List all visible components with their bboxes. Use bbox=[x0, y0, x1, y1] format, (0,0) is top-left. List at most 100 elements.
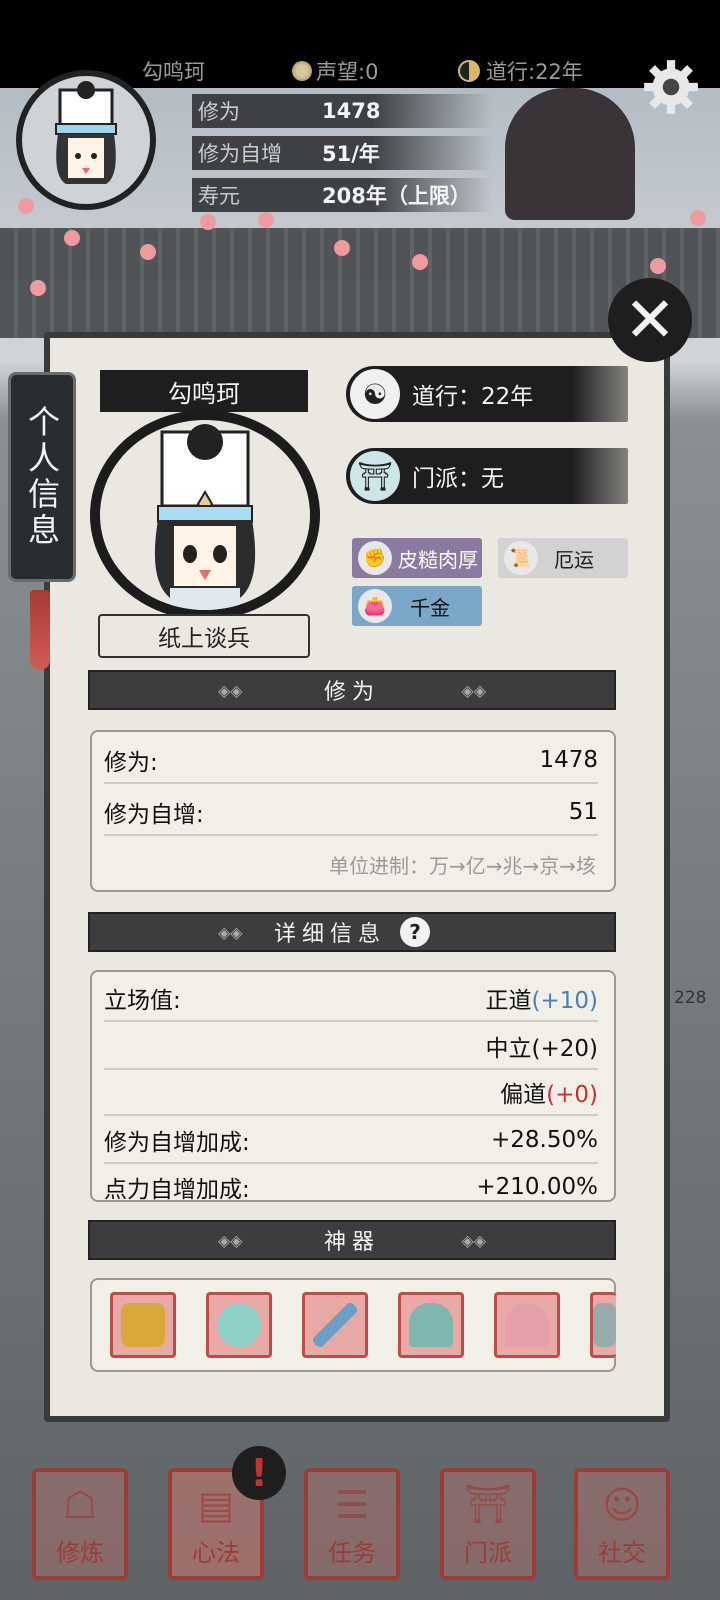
blossom bbox=[200, 214, 216, 230]
close-icon: ✕ bbox=[624, 283, 676, 356]
blossom bbox=[30, 280, 46, 296]
blossom bbox=[140, 244, 156, 260]
blossom bbox=[258, 212, 274, 228]
blossom bbox=[18, 198, 34, 214]
stat-lifespan: 寿元 208年（上限） bbox=[192, 178, 492, 212]
coin-icon bbox=[292, 61, 312, 81]
scroll-icon: ☰ bbox=[334, 1483, 370, 1527]
row-label: 点力自增加成: bbox=[104, 1177, 250, 1202]
reputation-text: 声望:0 bbox=[316, 60, 379, 84]
player-name: 勾鸣珂 bbox=[142, 60, 205, 84]
ornament-icon: ◈◈ bbox=[218, 923, 243, 942]
row-label: 修为: bbox=[104, 750, 158, 776]
artifact-dagger[interactable] bbox=[302, 1292, 368, 1358]
mirror-icon bbox=[217, 1303, 261, 1347]
nav-label: 心法 bbox=[192, 1539, 240, 1567]
row-cultivation: 修为: 1478 bbox=[104, 738, 598, 784]
yin-yang-icon bbox=[458, 60, 480, 82]
stance-bonus: (+0) bbox=[546, 1082, 598, 1108]
header-avatar[interactable] bbox=[16, 70, 156, 210]
artifact-gauntlet[interactable] bbox=[110, 1292, 176, 1358]
stance-value: 正道(+10) bbox=[486, 981, 598, 1015]
row-value: +210.00% bbox=[476, 1174, 598, 1200]
tab-personal-info[interactable]: 个人信息 bbox=[8, 372, 76, 582]
sect-text: 门派：无 bbox=[412, 466, 504, 492]
trait-wealthy[interactable]: 👛 千金 bbox=[352, 586, 482, 626]
alert-badge[interactable]: ! bbox=[232, 1446, 286, 1500]
stat-value: 51/年 bbox=[322, 142, 380, 166]
help-icon[interactable]: ? bbox=[400, 917, 430, 947]
section-header-cultivation: ◈◈ 修为 ◈◈ bbox=[88, 670, 616, 710]
dao-years: 道行:22年 bbox=[458, 56, 583, 86]
row-label: 立场值: bbox=[104, 988, 181, 1014]
book-icon: ▤ bbox=[198, 1483, 234, 1527]
row-label: 修为自增加成: bbox=[104, 1130, 250, 1156]
nav-label: 任务 bbox=[328, 1539, 376, 1567]
dao-years-text: 道行:22年 bbox=[486, 60, 583, 84]
artifact-fan[interactable] bbox=[494, 1292, 560, 1358]
nav-sect[interactable]: ⛩ 门派 bbox=[440, 1468, 536, 1580]
book-icon bbox=[593, 1303, 616, 1347]
stance-name: 偏道 bbox=[500, 1082, 547, 1108]
row-cultivation-growth: 修为自增: 51 bbox=[104, 790, 598, 836]
stat-value: 1478 bbox=[322, 99, 381, 123]
character-face-icon bbox=[55, 81, 117, 184]
fan-icon bbox=[505, 1303, 549, 1347]
settings-gear-icon[interactable] bbox=[640, 56, 702, 118]
yin-yang-icon: ☯ bbox=[350, 369, 400, 419]
section-title: 修为 bbox=[323, 680, 380, 705]
trait-label: 千金 bbox=[410, 595, 450, 620]
dagger-icon bbox=[313, 1303, 357, 1347]
blossom bbox=[690, 210, 706, 226]
section-title: 神器 bbox=[323, 1230, 380, 1255]
row-cut-bonus: 点力自增加成: +210.00% bbox=[104, 1164, 598, 1202]
dao-text: 道行：22年 bbox=[412, 384, 534, 410]
section-header-artifacts: ◈◈ 神器 ◈◈ bbox=[88, 1220, 616, 1260]
token-icon bbox=[409, 1303, 453, 1347]
blossom bbox=[64, 230, 80, 246]
stance-bonus: (+20) bbox=[531, 1036, 598, 1062]
stat-label: 修为 bbox=[198, 100, 240, 124]
nav-label: 门派 bbox=[464, 1539, 512, 1567]
artifact-mirror[interactable] bbox=[206, 1292, 272, 1358]
artifact-token[interactable] bbox=[398, 1292, 464, 1358]
stat-cultivation-growth: 修为自增 51/年 bbox=[192, 136, 492, 170]
dao-info: ☯ 道行：22年 bbox=[346, 366, 628, 422]
character-face-icon bbox=[154, 424, 256, 610]
trait-bad-luck[interactable]: 📜 厄运 bbox=[498, 538, 628, 578]
nav-missions[interactable]: ☰ 任务 bbox=[304, 1468, 400, 1580]
side-number: 228 bbox=[674, 988, 707, 1008]
money-bag-icon: 👛 bbox=[358, 589, 392, 623]
character-title: 纸上谈兵 bbox=[98, 614, 310, 658]
gauntlet-icon bbox=[121, 1303, 165, 1347]
nav-social[interactable]: ☺ 社交 bbox=[574, 1468, 670, 1580]
section-header-details: ◈◈ 详细信息 ? bbox=[88, 912, 616, 952]
row-stance-neutral: 中立(+20) bbox=[104, 1024, 598, 1070]
row-value: 1478 bbox=[539, 747, 598, 773]
nav-cultivate[interactable]: ☖ 修炼 bbox=[32, 1468, 128, 1580]
trait-tough-skin[interactable]: ✊ 皮糙肉厚 bbox=[352, 538, 482, 578]
meditate-icon: ☖ bbox=[62, 1483, 98, 1527]
artifact-book[interactable] bbox=[590, 1292, 616, 1358]
close-button[interactable]: ✕ bbox=[608, 278, 692, 362]
stance-name: 中立 bbox=[485, 1036, 532, 1062]
nav-label: 社交 bbox=[598, 1539, 646, 1567]
details-card[interactable]: 立场值: 正道(+10) 中立(+20) 偏道(+0) 修为自增加成: +28.… bbox=[90, 970, 616, 1202]
nav-label: 修炼 bbox=[56, 1539, 104, 1567]
fist-icon: ✊ bbox=[358, 541, 392, 575]
ornament-icon: ◈◈ bbox=[218, 1231, 243, 1250]
trait-label: 厄运 bbox=[554, 547, 594, 572]
ornament-icon: ◈◈ bbox=[461, 681, 486, 700]
ornament-icon: ◈◈ bbox=[461, 1231, 486, 1250]
tab-label: 个人信息 bbox=[23, 405, 61, 549]
row-label: 修为自增: bbox=[104, 802, 204, 828]
tassel-decoration bbox=[30, 590, 50, 670]
row-stance-righteous: 立场值: 正道(+10) bbox=[104, 976, 598, 1022]
row-stance-deviant: 偏道(+0) bbox=[104, 1070, 598, 1116]
stat-cultivation: 修为 1478 bbox=[192, 94, 492, 128]
bottom-navigation: ☖ 修炼 ▤ 心法 ☰ 任务 ⛩ 门派 ☺ 社交 bbox=[0, 1446, 720, 1600]
stat-label: 寿元 bbox=[198, 184, 240, 208]
trait-label: 皮糙肉厚 bbox=[398, 547, 478, 572]
sect-building-icon: ⛩ bbox=[350, 451, 400, 501]
row-growth-bonus: 修为自增加成: +28.50% bbox=[104, 1118, 598, 1164]
